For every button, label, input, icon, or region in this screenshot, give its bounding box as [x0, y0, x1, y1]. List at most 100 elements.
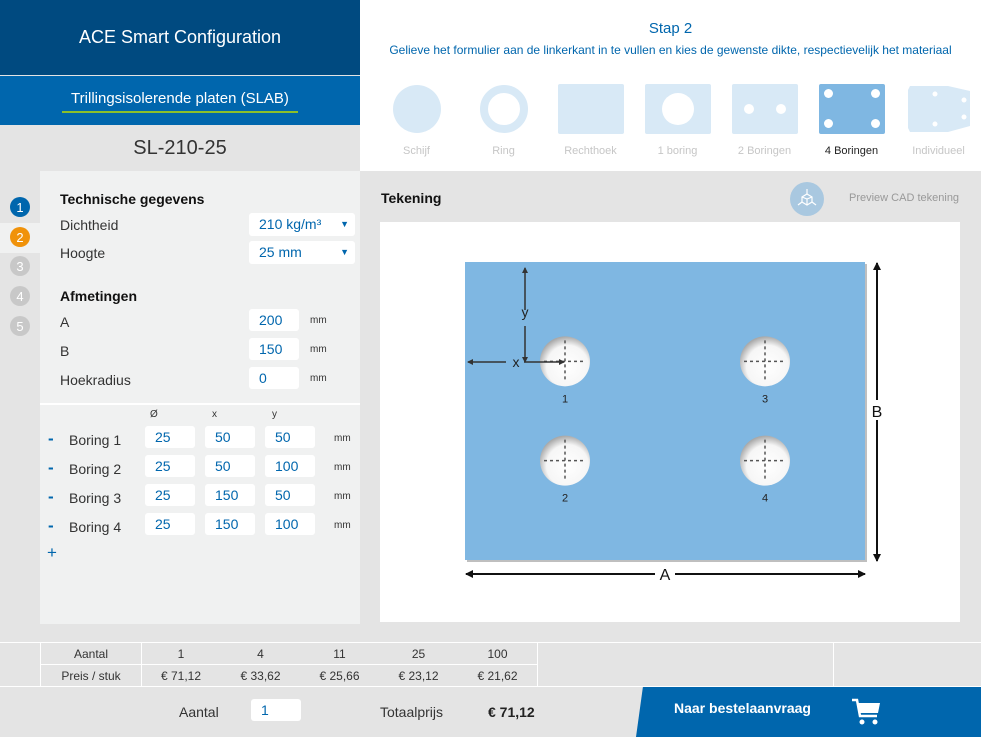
dim-a-label: A — [60, 314, 70, 330]
product-name-link[interactable]: Trillingsisolerende platen (SLAB) — [62, 90, 298, 113]
remove-hole-button[interactable]: - — [48, 458, 54, 478]
shape-option-custom[interactable]: Individueel — [895, 84, 981, 157]
shape-option-two-holes[interactable]: 2 Boringen — [721, 84, 808, 157]
unit-price: € 33,62 — [240, 669, 281, 683]
hole-diameter-input[interactable] — [145, 484, 195, 506]
y-dimension-label: y — [522, 304, 529, 320]
cad-preview-button[interactable] — [790, 182, 824, 216]
hole-y-input[interactable] — [265, 426, 315, 448]
chevron-down-icon: ▼ — [340, 219, 349, 229]
total-price-value: € 71,12 — [488, 704, 535, 720]
a-dimension-label: A — [660, 567, 671, 584]
hole-number-label: 4 — [762, 493, 768, 505]
hole-label: Boring 3 — [69, 490, 122, 506]
total-price-label: Totaalprijs — [380, 704, 444, 720]
unit-price: € 25,66 — [319, 669, 360, 683]
order-request-label: Naar bestelaanvraag — [674, 700, 811, 716]
shape-label: Rechthoek — [564, 145, 617, 157]
density-select[interactable]: 210 kg/m³ ▼ — [249, 213, 355, 236]
hole-diameter-input[interactable] — [145, 426, 195, 448]
hole-y-input[interactable] — [265, 484, 315, 506]
unit-label: mm — [334, 520, 351, 531]
quantity-tier: 11 — [333, 647, 346, 661]
add-hole-button[interactable]: + — [47, 543, 57, 563]
drawing-canvas: 1 2 3 4 y x A B — [380, 222, 960, 622]
shopping-cart-icon — [852, 698, 880, 725]
hole-y-input[interactable] — [265, 513, 315, 535]
order-request-button[interactable]: Naar bestelaanvraag — [636, 687, 981, 737]
app-title: ACE Smart Configuration — [0, 0, 360, 75]
unit-price: € 21,62 — [477, 669, 518, 683]
remove-hole-button[interactable]: - — [48, 487, 54, 507]
unit-label: mm — [310, 344, 327, 355]
price-header: Preis / stuk — [61, 669, 121, 683]
unit-label: mm — [334, 462, 351, 473]
corner-radius-input[interactable] — [249, 367, 299, 389]
configurator-page: ACE Smart Configuration Trillingsisolere… — [0, 0, 981, 737]
drawing-title: Tekening — [381, 190, 442, 206]
shape-option-disc[interactable]: Schijf — [373, 84, 460, 157]
shape-option-ring[interactable]: Ring — [460, 84, 547, 157]
dim-b-input[interactable] — [249, 338, 299, 360]
remove-hole-button[interactable]: - — [48, 429, 54, 449]
four-holes-icon — [818, 84, 885, 134]
quantity-tier: 1 — [177, 647, 185, 661]
disc-icon — [392, 85, 441, 133]
height-select[interactable]: 25 mm ▼ — [249, 241, 355, 264]
price-table: Aantal Preis / stuk 1 4 11 25 100 € 71,1… — [0, 642, 981, 687]
shape-selector: Schijf Ring Rechthoek 1 boring 2 Boringe… — [373, 84, 981, 157]
quantity-tier: 100 — [487, 647, 508, 661]
dim-b-label: B — [60, 343, 70, 359]
dim-a-input[interactable] — [249, 309, 299, 331]
cad-preview-link[interactable]: Preview CAD tekening — [849, 192, 959, 204]
shape-label: 4 Boringen — [824, 145, 879, 157]
remove-hole-button[interactable]: - — [48, 516, 54, 536]
unit-price: € 71,12 — [160, 669, 202, 683]
b-dimension-label: B — [872, 404, 883, 421]
quantity-header: Aantal — [73, 647, 109, 661]
step-title: Stap 2 — [648, 20, 693, 37]
density-value: 210 kg/m³ — [259, 216, 322, 232]
unit-label: mm — [334, 433, 351, 444]
shape-option-one-hole[interactable]: 1 boring — [634, 84, 721, 157]
quantity-input[interactable] — [251, 699, 301, 721]
shape-option-rectangle[interactable]: Rechthoek — [547, 84, 634, 157]
rectangle-icon — [557, 84, 624, 134]
cube-icon — [797, 189, 817, 206]
y-column-header: y — [272, 409, 277, 420]
x-column-header: x — [212, 409, 217, 420]
shape-label: 1 boring — [657, 145, 698, 157]
unit-label: mm — [310, 373, 327, 384]
chevron-down-icon: ▼ — [340, 247, 349, 257]
hole-x-input[interactable] — [205, 513, 255, 535]
hole-x-input[interactable] — [205, 484, 255, 506]
quantity-label: Aantal — [179, 704, 219, 720]
technical-drawing: 1 2 3 4 y x A B — [465, 262, 883, 584]
hole-number-label: 1 — [562, 393, 568, 405]
step-1-badge[interactable]: 1 — [10, 197, 30, 217]
step-4-badge: 4 — [10, 286, 30, 306]
x-dimension-label: x — [513, 354, 520, 370]
step-2-badge[interactable]: 2 — [10, 227, 30, 247]
one-hole-icon — [644, 84, 711, 134]
hole-label: Boring 4 — [69, 519, 122, 535]
diameter-column-header: Ø — [150, 409, 158, 420]
two-holes-icon — [731, 84, 798, 134]
shape-option-four-holes[interactable]: 4 Boringen — [808, 84, 895, 157]
hole-y-input[interactable] — [265, 455, 315, 477]
step-description: Gelieve het formulier aan de linkerkant … — [389, 43, 952, 57]
step-5-badge: 5 — [10, 316, 30, 336]
product-code: SL-210-25 — [0, 125, 360, 171]
shape-label: Ring — [492, 145, 515, 157]
hole-diameter-input[interactable] — [145, 455, 195, 477]
hole-x-input[interactable] — [205, 455, 255, 477]
hole-diameter-input[interactable] — [145, 513, 195, 535]
hole-label: Boring 1 — [69, 432, 122, 448]
height-label: Hoogte — [60, 245, 106, 261]
quantity-tier: 4 — [257, 647, 264, 661]
form-panel: Technische gegevens Dichtheid 210 kg/m³ … — [40, 171, 360, 624]
hole-number-label: 2 — [562, 493, 568, 505]
hole-x-input[interactable] — [205, 426, 255, 448]
shape-label: Schijf — [403, 145, 430, 157]
unit-label: mm — [334, 491, 351, 502]
